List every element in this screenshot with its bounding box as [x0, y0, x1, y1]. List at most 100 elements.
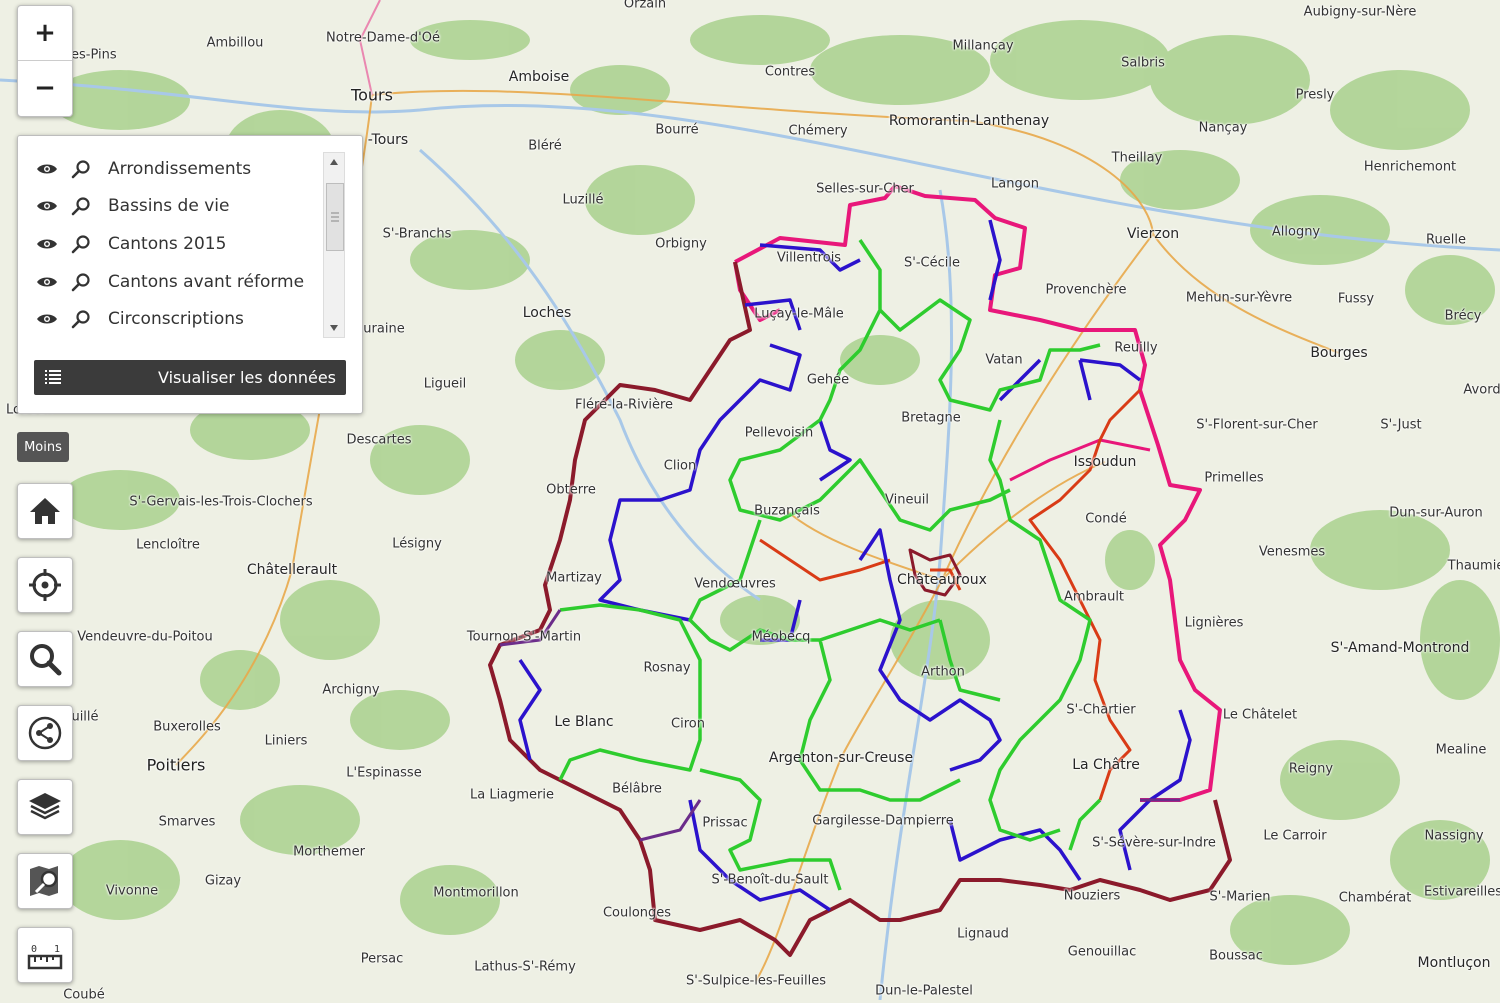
place-label: Gargilesse-Dampierre	[812, 813, 954, 829]
layer-row-cantons-avant-reforme: Cantons avant réforme	[36, 267, 304, 297]
place-label: Archigny	[322, 682, 380, 698]
place-label: Luçay-le-Mâle	[754, 306, 844, 322]
map-search-icon	[30, 866, 58, 896]
toolbar-toggle-button[interactable]: Moins	[17, 432, 69, 462]
eye-icon[interactable]	[36, 158, 58, 180]
scrollbar-thumb[interactable]	[326, 183, 344, 251]
place-label: Argenton-sur-Creuse	[768, 750, 914, 766]
ruler-button[interactable]: 01	[17, 927, 73, 983]
place-label: uraine	[363, 321, 405, 337]
ruler-icon: 01	[27, 944, 63, 970]
place-label: Mealine	[1435, 742, 1487, 758]
place-label: Condé	[1085, 511, 1127, 527]
place-label: La Châtre	[1072, 757, 1140, 773]
place-label: Venesmes	[1258, 544, 1326, 560]
place-label: S'-Gervais-les-Trois-Clochers	[129, 494, 313, 510]
layer-list-scrollbar[interactable]	[323, 152, 345, 338]
place-label: Nançay	[1198, 120, 1248, 136]
place-label: Pellevoisin	[744, 425, 814, 441]
place-label: S'-Just	[1380, 417, 1422, 433]
place-label: Chémery	[788, 123, 848, 139]
list-icon	[45, 370, 61, 384]
home-button[interactable]	[17, 483, 73, 539]
place-label: Langon	[991, 176, 1039, 192]
layer-label: Bassins de vie	[108, 196, 230, 216]
place-label: Ambillou	[206, 35, 264, 51]
place-label: Buzançais	[754, 503, 820, 519]
place-label: La Liagmerie	[469, 787, 555, 803]
place-label: Châtellerault	[246, 562, 338, 578]
place-label: L'Espinasse	[346, 765, 422, 781]
layer-label: Cantons avant réforme	[108, 272, 305, 292]
place-label: Ruelle	[1426, 232, 1466, 248]
place-label: Fussy	[1337, 291, 1375, 307]
place-label: Provenchère	[1045, 282, 1127, 298]
scroll-up-arrow-icon[interactable]	[329, 158, 339, 166]
place-label: Ligueil	[423, 376, 467, 392]
place-label: Ambrault	[1063, 589, 1125, 605]
place-label: Boussac	[1209, 948, 1263, 964]
place-label: Poitiers	[146, 755, 206, 775]
place-label: Méobecq	[751, 629, 811, 645]
place-label: Montluçon	[1417, 955, 1491, 971]
eye-icon[interactable]	[36, 271, 58, 293]
place-label: Henrichemont	[1363, 159, 1457, 175]
place-label: S'-Benoît-du-Sault	[711, 872, 829, 888]
place-label: Salbris	[1121, 55, 1165, 71]
place-label: S'-Marien	[1209, 889, 1271, 905]
layers-button[interactable]	[17, 779, 73, 835]
place-label: S'-Florent-sur-Cher	[1196, 417, 1318, 433]
place-label: Mehun-sur-Yèvre	[1185, 290, 1293, 306]
locate-button[interactable]	[17, 557, 73, 613]
place-label: Dun-sur-Auron	[1389, 505, 1483, 521]
place-label: Clion	[663, 458, 697, 474]
place-label: Tours	[351, 85, 393, 105]
place-label: S'-Branchs	[382, 226, 452, 242]
place-label: Selles-sur-Cher	[816, 181, 914, 197]
zoom-in-button[interactable]: +	[18, 6, 72, 61]
visualize-data-button[interactable]: Visualiser les données	[34, 360, 346, 395]
place-label: Bléré	[528, 138, 562, 154]
place-label: Notre-Dame-d'Oé	[326, 30, 440, 46]
place-label: Le Blanc	[554, 714, 614, 730]
layer-label: Arrondissements	[108, 159, 252, 179]
place-label: Vatan	[985, 352, 1023, 368]
place-label: Gehée	[806, 372, 850, 388]
place-label: Lencloître	[136, 537, 200, 553]
eye-icon[interactable]	[36, 195, 58, 217]
place-label: Bretagne	[901, 410, 961, 426]
place-label: Dun-le-Palestel	[875, 983, 973, 999]
eye-icon[interactable]	[36, 308, 58, 330]
eye-icon[interactable]	[36, 233, 58, 255]
scroll-down-arrow-icon[interactable]	[329, 324, 339, 332]
place-label: Morthemer	[293, 844, 365, 860]
zoom-to-layer-icon[interactable]	[70, 233, 92, 255]
place-label: Arthon	[921, 664, 965, 680]
place-label: Loches	[522, 305, 572, 321]
place-label: Bourré	[655, 122, 699, 138]
zoom-to-layer-icon[interactable]	[70, 158, 92, 180]
place-label: Ciron	[671, 716, 705, 732]
zoom-to-layer-icon[interactable]	[70, 308, 92, 330]
zoom-out-button[interactable]: −	[18, 61, 72, 115]
layer-panel: Arrondissements Bassins de vie Cantons 2…	[17, 135, 363, 414]
map-search-button[interactable]	[17, 853, 73, 909]
place-label: Allogny	[1271, 224, 1321, 240]
share-button[interactable]	[17, 705, 73, 761]
place-label: Gizay	[204, 873, 242, 889]
zoom-to-layer-icon[interactable]	[70, 195, 92, 217]
place-label: Vendeuvre-du-Poitou	[77, 629, 213, 645]
place-label: Martizay	[546, 570, 602, 586]
search-icon	[30, 644, 62, 676]
search-button[interactable]	[17, 631, 73, 687]
place-label: Thaumie	[1447, 558, 1500, 574]
zoom-to-layer-icon[interactable]	[70, 271, 92, 293]
place-label: Estivareilles	[1423, 884, 1500, 900]
place-label: Montmorillon	[433, 885, 519, 901]
place-label: Vendœuvres	[694, 576, 776, 592]
place-label: Descartes	[346, 432, 412, 448]
place-label: S'-Chartier	[1066, 702, 1136, 718]
place-label: Brécy	[1444, 308, 1482, 324]
place-label: Lignaud	[957, 926, 1009, 942]
place-label: Lésigny	[392, 536, 442, 552]
